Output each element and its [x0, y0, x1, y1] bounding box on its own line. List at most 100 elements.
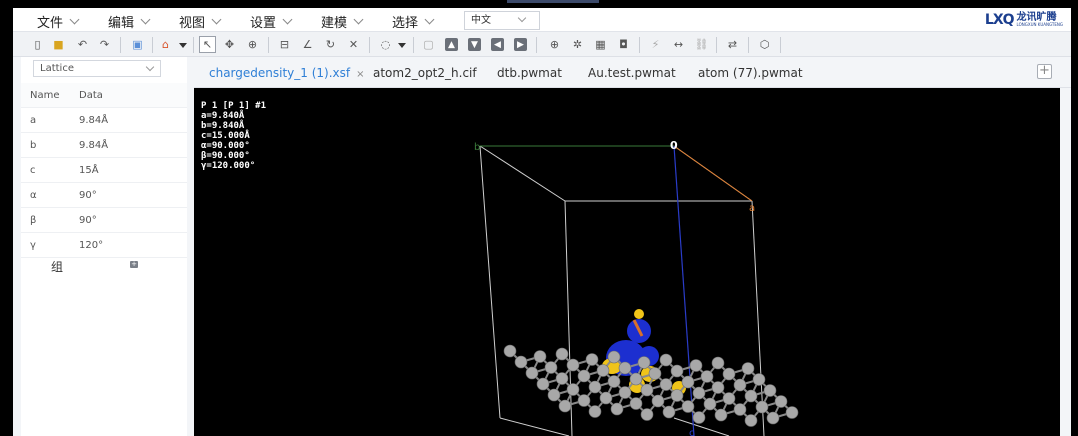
arrow-right-icon[interactable]: ▶ — [514, 38, 527, 51]
carbon-atom — [659, 378, 673, 391]
toolbar-divider — [152, 37, 153, 53]
arrow-left-icon[interactable]: ◀ — [491, 38, 504, 51]
tab-chargedensity[interactable]: chargedensity_1 (1).xsf × — [209, 66, 365, 80]
open-folder-icon[interactable]: ■ — [50, 36, 67, 53]
carbon-atom — [752, 373, 766, 386]
close-icon[interactable]: ✕ — [345, 36, 362, 53]
tab-au-test[interactable]: Au.test.pwmat — [588, 66, 676, 80]
carbon-atom — [689, 359, 703, 372]
select-arrow-icon[interactable]: ↖ — [199, 36, 216, 53]
redo-icon[interactable]: ↷ — [96, 36, 113, 53]
toolbar-divider — [639, 37, 640, 53]
carbon-atom — [640, 408, 654, 421]
column-header-data: Data — [79, 89, 103, 101]
carbon-atom — [763, 384, 777, 397]
chevron-down-icon — [282, 14, 293, 24]
param-value: 15Å — [79, 164, 99, 176]
tab-label: atom2_opt2_h.cif — [373, 66, 477, 80]
carbon-atom — [503, 344, 517, 358]
toolbar-divider — [413, 37, 414, 53]
param-name: a — [30, 114, 37, 126]
carbon-atom — [607, 350, 621, 364]
carbon-atom — [700, 370, 714, 383]
chevron-down-icon — [145, 62, 155, 72]
menu-label: 文件 — [37, 15, 64, 31]
rotate-icon[interactable]: ✥ — [221, 36, 238, 53]
menu-settings[interactable]: 设置 — [250, 12, 293, 31]
add-group-button[interactable]: + — [130, 261, 138, 268]
add-tab-button[interactable]: + — [1037, 64, 1052, 79]
caret-down-icon[interactable] — [179, 43, 187, 48]
param-value: 9.84Å — [79, 139, 109, 151]
window-top-accent — [507, 0, 599, 3]
table-row[interactable]: β 90° — [21, 208, 187, 233]
home-icon[interactable]: ⌂ — [157, 36, 174, 53]
frame-icon[interactable]: ▢ — [420, 36, 437, 53]
table-row[interactable]: γ 120° — [21, 233, 187, 258]
carbon-atom — [566, 383, 580, 396]
grid-icon[interactable]: ▦ — [592, 36, 609, 53]
lasso-icon[interactable]: ◌ — [377, 36, 394, 53]
carbon-atom — [585, 353, 599, 366]
measure-icon[interactable]: ⊟ — [276, 36, 293, 53]
cube-icon[interactable]: ⬡ — [756, 36, 773, 53]
swap-icon[interactable]: ⇄ — [724, 36, 741, 53]
carbon-atom — [692, 386, 706, 400]
lattice-table: Name Data a 9.84Å b 9.84Å c 15Å α 90° β 90° γ… — [21, 83, 187, 258]
move-icon[interactable]: ⊕ — [244, 36, 261, 53]
carbon-atom — [629, 372, 643, 386]
arrow-down-icon[interactable]: ▼ — [468, 38, 481, 51]
menu-file[interactable]: 文件 — [37, 12, 80, 31]
carbon-atom — [577, 394, 591, 407]
distance-icon[interactable]: ↔ — [670, 36, 687, 53]
carbon-atom — [659, 353, 673, 367]
carbon-atom — [588, 380, 602, 394]
bond-icon[interactable]: ⚡ — [647, 36, 664, 53]
menu-view[interactable]: 视图 — [179, 12, 222, 31]
chevron-down-icon — [140, 14, 151, 24]
undo-icon[interactable]: ↶ — [74, 36, 91, 53]
table-row[interactable]: c 15Å — [21, 158, 187, 183]
lattice-select[interactable]: Lattice — [33, 60, 161, 77]
carbon-atom — [533, 350, 547, 363]
new-file-icon[interactable]: ▯ — [29, 36, 46, 53]
arrow-up-icon[interactable]: ▲ — [445, 38, 458, 51]
carbon-atom — [610, 402, 624, 416]
add-atom-icon[interactable]: ⊕ — [546, 36, 563, 53]
axis-origin-label: 0 — [670, 139, 678, 152]
carbon-atom — [566, 358, 580, 372]
file-tab-bar: chargedensity_1 (1).xsf × atom2_opt2_h.ci… — [194, 57, 1071, 88]
table-row[interactable]: a 9.84Å — [21, 108, 187, 133]
close-icon[interactable]: × — [356, 69, 364, 80]
tab-dtb[interactable]: dtb.pwmat — [497, 66, 562, 80]
tab-atom-77[interactable]: atom (77).pwmat — [698, 66, 803, 80]
chevron-down-icon — [517, 13, 527, 23]
view-icon[interactable]: ▣ — [129, 36, 146, 53]
tab-atom2-opt2[interactable]: atom2_opt2_h.cif — [373, 66, 477, 80]
caret-down-icon[interactable] — [398, 43, 406, 48]
chevron-down-icon — [211, 14, 222, 24]
tab-label: Au.test.pwmat — [588, 66, 676, 80]
param-value: 90° — [79, 189, 97, 201]
axis-b-label: b — [474, 142, 480, 153]
menu-bar: 文件 编辑 视图 设置 建模 选择 中文 LXQ 龙讯旷腾 LONGXUN KU… — [13, 8, 1071, 32]
carbon-atom — [662, 405, 676, 419]
carbon-atom — [596, 364, 610, 377]
link-icon[interactable]: ⛓ — [693, 36, 710, 53]
param-name: α — [30, 189, 37, 201]
menu-edit[interactable]: 编辑 — [108, 12, 151, 31]
carbon-atom — [785, 406, 799, 419]
carbon-atom — [755, 400, 769, 414]
ring-icon[interactable]: ↻ — [322, 36, 339, 53]
shield-icon[interactable]: ◘ — [615, 36, 632, 53]
table-row[interactable]: α 90° — [21, 183, 187, 208]
structure-viewport[interactable]: P 1 [P 1] #1 a=9.840Å b=9.840Å c=15.000Å… — [194, 88, 1060, 436]
carbon-atom — [681, 375, 695, 389]
carbon-atom — [651, 394, 665, 408]
menu-select[interactable]: 选择 — [392, 12, 435, 31]
angle-icon[interactable]: ∠ — [299, 36, 316, 53]
menu-modeling[interactable]: 建模 — [321, 12, 364, 31]
atom-settings-icon[interactable]: ✲ — [569, 36, 586, 53]
table-row[interactable]: b 9.84Å — [21, 133, 187, 158]
language-select[interactable]: 中文 — [464, 11, 540, 30]
